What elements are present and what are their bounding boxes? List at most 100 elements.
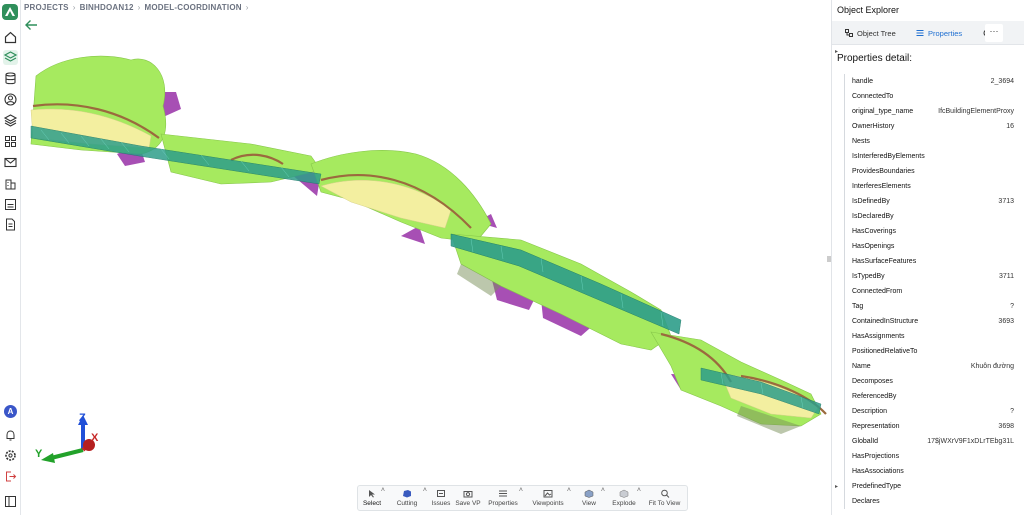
gear-icon[interactable]	[3, 448, 18, 463]
property-row[interactable]: HasSurfaceFeatures	[844, 254, 1014, 269]
property-key: HasAssociations	[852, 468, 904, 475]
stack-icon[interactable]	[3, 113, 18, 128]
database-icon[interactable]	[3, 71, 18, 86]
fit-to-view-label: Fit To View	[648, 500, 681, 507]
collapse-arrow-icon[interactable]: ▸	[835, 483, 838, 490]
property-row[interactable]: Declares	[844, 494, 1014, 509]
property-row[interactable]: HasAssociations	[844, 464, 1014, 479]
property-row[interactable]: IsInterferedByElements	[844, 149, 1014, 164]
explode-icon	[619, 489, 629, 498]
more-options-button[interactable]: ···	[985, 24, 1003, 42]
property-row[interactable]: HasProjections	[844, 449, 1014, 464]
report-icon[interactable]	[3, 197, 18, 212]
property-row[interactable]: OwnerHistory 16	[844, 119, 1014, 134]
property-key: HasSurfaceFeatures	[852, 258, 917, 265]
property-row[interactable]: IsDefinedBy 3713	[844, 194, 1014, 209]
property-key: PositionedRelativeTo	[852, 348, 918, 355]
property-key: HasAssignments	[852, 333, 905, 340]
viewer-toolbar: Select ˄ Cutting ˄ Issues Save VP Proper…	[357, 485, 688, 511]
building-icon[interactable]	[3, 176, 18, 191]
list-icon	[916, 30, 924, 36]
property-value: 3698	[998, 423, 1014, 430]
breadcrumb-projects[interactable]: PROJECTS	[24, 3, 69, 12]
model-viewport[interactable]	[21, 14, 830, 515]
caret-up-icon[interactable]: ˄	[637, 487, 641, 494]
property-row[interactable]: Representation 3698	[844, 419, 1014, 434]
property-row[interactable]: HasCoverings	[844, 224, 1014, 239]
property-row[interactable]: PredefinedType	[844, 479, 1014, 494]
property-row[interactable]: Description?	[844, 404, 1014, 419]
logout-icon[interactable]	[3, 469, 18, 484]
layers-icon[interactable]	[3, 50, 18, 65]
app-logo[interactable]	[2, 4, 18, 20]
panel-tab-bar: ▸ Object Tree Properties ···	[832, 21, 1024, 55]
property-value: ?	[1010, 408, 1014, 415]
tab-object-tree[interactable]: Object Tree	[845, 25, 896, 41]
bell-icon[interactable]	[3, 428, 18, 443]
grid-icon[interactable]	[3, 134, 18, 149]
property-row[interactable]: ConnectedTo	[844, 89, 1014, 104]
property-key: IsDefinedBy	[852, 198, 890, 205]
property-key: Name	[852, 363, 871, 370]
property-row[interactable]: Tag?	[844, 299, 1014, 314]
property-row[interactable]: handle 2_3694	[844, 74, 1014, 89]
viewpoints-button[interactable]: Viewpoints ˄	[524, 486, 572, 510]
properties-heading: Properties detail:	[837, 53, 913, 64]
zoom-fit-icon	[660, 489, 669, 498]
view-button[interactable]: View ˄	[572, 486, 606, 510]
property-row[interactable]: HasAssignments	[844, 329, 1014, 344]
viewpoints-label: Viewpoints	[532, 500, 564, 507]
user-avatar[interactable]: A	[4, 405, 17, 418]
property-key: Nests	[852, 138, 870, 145]
breadcrumb: PROJECTS › BINHDOAN12 › MODEL-COORDINATI…	[24, 1, 253, 13]
sidebar-toggle-icon[interactable]	[3, 494, 18, 509]
property-row[interactable]: Nests	[844, 134, 1014, 149]
property-row[interactable]: original_type_name IfcBuildingElementProx…	[844, 104, 1014, 119]
road-model-render[interactable]	[21, 14, 830, 515]
tree-icon	[845, 29, 853, 37]
view-label: View	[582, 500, 596, 507]
left-nav-rail: A	[0, 0, 21, 515]
tab-properties[interactable]: Properties	[916, 25, 962, 41]
caret-up-icon[interactable]: ˄	[601, 487, 605, 494]
caret-up-icon[interactable]: ˄	[567, 487, 571, 494]
property-row[interactable]: PositionedRelativeTo	[844, 344, 1014, 359]
property-value: Khuôn đường	[970, 363, 1014, 370]
explode-button[interactable]: Explode ˄	[606, 486, 642, 510]
issues-button[interactable]: Issues	[428, 486, 454, 510]
document-icon[interactable]	[3, 217, 18, 232]
breadcrumb-module[interactable]: MODEL-COORDINATION	[145, 3, 242, 12]
properties-tool-button[interactable]: Properties ˄	[482, 486, 524, 510]
property-row[interactable]: Decomposes	[844, 374, 1014, 389]
property-row[interactable]: ProvidesBoundaries	[844, 164, 1014, 179]
caret-up-icon[interactable]: ˄	[381, 487, 385, 494]
property-value: ?	[1010, 303, 1014, 310]
caret-up-icon[interactable]: ˄	[423, 487, 427, 494]
property-key: GlobalId	[852, 438, 879, 445]
property-row[interactable]: ConnectedFrom	[844, 284, 1014, 299]
property-row[interactable]: InterferesElements	[844, 179, 1014, 194]
home-icon[interactable]	[3, 30, 18, 45]
property-key: handle	[852, 78, 874, 85]
property-key: PredefinedType	[852, 483, 902, 490]
property-key: ProvidesBoundaries	[852, 168, 915, 175]
axis-gizmo[interactable]: Z Y X	[33, 412, 103, 468]
breadcrumb-project[interactable]: BINHDOAN12	[80, 3, 134, 12]
caret-up-icon[interactable]: ˄	[519, 487, 523, 494]
mail-icon[interactable]	[3, 155, 18, 170]
property-row[interactable]: HasOpenings	[844, 239, 1014, 254]
save-viewpoint-button[interactable]: Save VP	[454, 486, 482, 510]
user-circle-icon[interactable]	[3, 92, 18, 107]
fit-to-view-button[interactable]: Fit To View	[642, 486, 687, 510]
property-key: Description	[852, 408, 888, 415]
select-tool-button[interactable]: Select ˄	[358, 486, 386, 510]
property-row[interactable]: ContainedInStructure 3693	[844, 314, 1014, 329]
cube-cut-icon	[403, 490, 411, 498]
property-row[interactable]: IsDeclaredBy	[844, 209, 1014, 224]
property-key: ContainedInStructure	[852, 318, 919, 325]
property-row[interactable]: IsTypedBy 3711	[844, 269, 1014, 284]
property-row[interactable]: GlobalId 17$jWXrV9F1xDLrTEbg31L	[844, 434, 1014, 449]
property-row[interactable]: Name Khuôn đường	[844, 359, 1014, 374]
cutting-tool-button[interactable]: Cutting ˄	[386, 486, 428, 510]
property-row[interactable]: ReferencedBy	[844, 389, 1014, 404]
